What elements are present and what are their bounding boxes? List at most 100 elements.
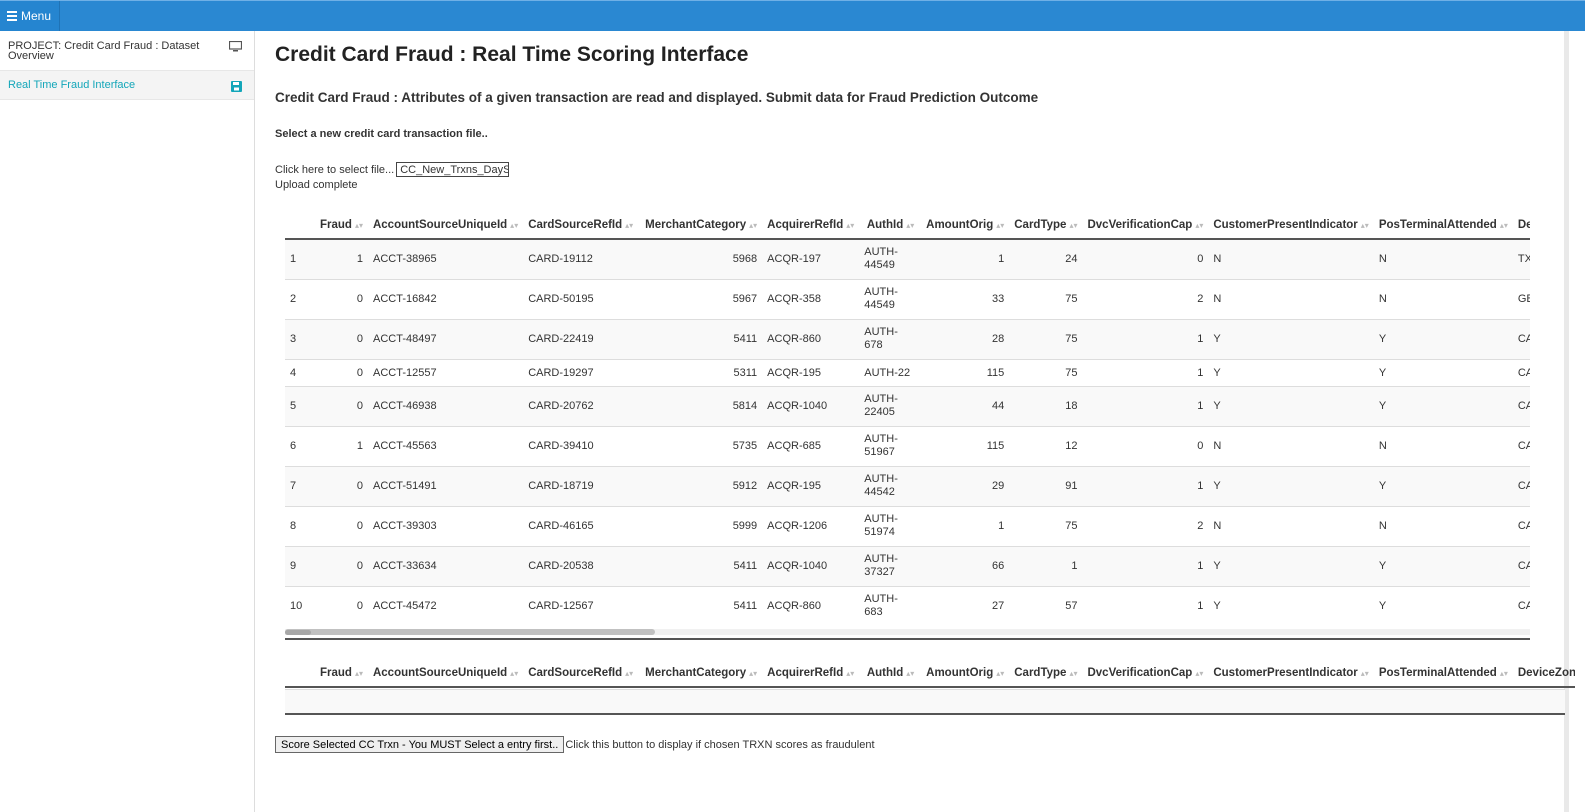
table-cell: 27 xyxy=(919,585,1010,626)
table-cell: 1 xyxy=(919,505,1010,546)
table-cell: 0 xyxy=(315,358,368,386)
column-header-label: CardSourceRefId xyxy=(528,218,623,231)
table-cell: CA xyxy=(1512,545,1530,586)
table-cell: N xyxy=(1208,238,1374,279)
table-cell: 2 xyxy=(1082,505,1209,546)
table-cell: 0 xyxy=(315,278,368,319)
column-header[interactable]: CardType ▴▾ xyxy=(1009,211,1083,240)
column-header[interactable]: AuthId ▴▾ xyxy=(859,659,920,688)
table-cell: ACCT-12557 xyxy=(367,358,524,386)
column-header[interactable]: AcquirerRefId ▴▾ xyxy=(762,211,860,240)
table-cell: 8 xyxy=(285,505,315,546)
table-cell: 1 xyxy=(1082,358,1209,386)
table-cell: 1 xyxy=(285,238,315,279)
table-cell: ACCT-39303 xyxy=(367,505,524,546)
table-cell: 0 xyxy=(315,318,368,359)
column-header[interactable]: Fraud ▴▾ xyxy=(315,659,368,688)
table-cell: 1 xyxy=(1082,465,1209,506)
column-header[interactable]: CardType ▴▾ xyxy=(1009,659,1083,688)
column-header-label: AmountOrig xyxy=(926,666,994,679)
table-cell: 28 xyxy=(919,318,1010,359)
table-cell: Y xyxy=(1208,585,1374,626)
table-row[interactable]: 7 0 ACCT-51491 CARD-18719 5912 ACQR-195 AUTH- 4… xyxy=(285,465,1530,506)
table-cell: 29 xyxy=(919,465,1010,506)
column-header[interactable]: AccountSourceUniqueId ▴▾ xyxy=(367,659,524,688)
table-row[interactable]: 10 0 ACCT-45472 CARD-12567 5411 ACQR-860 AUTH-… xyxy=(285,585,1530,626)
column-header xyxy=(285,659,315,688)
table-cell: Y xyxy=(1373,465,1513,506)
table-row[interactable]: 2 0 ACCT-16842 CARD-50195 5967 ACQR-358 AUTH- 4… xyxy=(285,278,1530,319)
column-header[interactable]: DvcVerificationCap ▴▾ xyxy=(1082,211,1209,240)
page-subtitle: Credit Card Fraud : Attributes of a give… xyxy=(275,90,1039,105)
table-cell: 75 xyxy=(1009,278,1083,319)
column-header[interactable]: AmountOrig ▴▾ xyxy=(919,211,1010,240)
table-row[interactable]: 8 0 ACCT-39303 CARD-46165 5999 ACQR-1206 AUTH-… xyxy=(285,505,1530,546)
column-header[interactable]: CustomerPresentIndicator ▴▾ xyxy=(1208,211,1374,240)
table-cell: CA xyxy=(1512,385,1530,426)
menu-toggle-button[interactable]: Menu xyxy=(0,1,60,31)
column-header[interactable]: CustomerPresentIndicator ▴▾ xyxy=(1208,659,1374,688)
table-cell: ACQR-197 xyxy=(762,238,860,279)
column-header[interactable]: MerchantCategory ▴▾ xyxy=(638,659,763,688)
column-header[interactable]: CardSourceRefId ▴▾ xyxy=(523,211,639,240)
column-header[interactable]: AmountOrig ▴▾ xyxy=(919,659,1010,688)
column-header[interactable]: PosTerminalAttended ▴▾ xyxy=(1373,211,1513,240)
table-cell: 5912 xyxy=(638,465,763,506)
table-cell: 1 xyxy=(1082,318,1209,359)
column-header[interactable]: DeviceZone▴▾ xyxy=(1512,659,1575,688)
column-header[interactable]: MerchantCategory ▴▾ xyxy=(638,211,763,240)
sort-arrows-icon: ▴▾ xyxy=(906,668,915,678)
table-row[interactable]: 3 0 ACCT-48497 CARD-22419 5411 ACQR-860 AUTH- 6… xyxy=(285,318,1530,359)
file-input[interactable]: CC_New_Trxns_DaySix. xyxy=(396,162,510,177)
column-header-label: CustomerPresentIndicator xyxy=(1213,218,1358,231)
table-horizontal-scrollbar[interactable] xyxy=(285,629,1530,637)
score-hint: Click this button to display if chosen T… xyxy=(565,738,875,751)
column-header[interactable]: PosTerminalAttended ▴▾ xyxy=(1373,659,1513,688)
sidebar-item-dataset-overview[interactable]: PROJECT: Credit Card Fraud : Dataset Ove… xyxy=(0,31,254,71)
table-row[interactable]: 5 0 ACCT-46938 CARD-20762 5814 ACQR-1040 AUTH-… xyxy=(285,385,1530,426)
sidebar-item-label: PROJECT: Credit Card Fraud : Dataset Ove… xyxy=(8,40,200,62)
table-cell: TX xyxy=(1512,238,1530,279)
table-cell: ACCT-48497 xyxy=(367,318,524,359)
table-cell: Y xyxy=(1373,358,1513,386)
table-cell: AUTH- 51974 xyxy=(859,505,920,546)
sort-arrows-icon: ▴▾ xyxy=(1195,220,1204,230)
column-header[interactable]: AccountSourceUniqueId ▴▾ xyxy=(367,211,524,240)
table-cell: AUTH- 44549 xyxy=(859,278,920,319)
column-header[interactable]: AuthId ▴▾ xyxy=(859,211,920,240)
table-cell: ACCT-38965 xyxy=(367,238,524,279)
table-row[interactable]: 4 0 ACCT-12557 CARD-19297 5311 ACQR-195 AUTH-2… xyxy=(285,358,1530,386)
table-cell: 2 xyxy=(285,278,315,319)
table-cell: 33 xyxy=(919,278,1010,319)
column-header-label: AmountOrig xyxy=(926,218,994,231)
column-header[interactable]: Fraud ▴▾ xyxy=(315,211,368,240)
column-header[interactable]: CardSourceRefId ▴▾ xyxy=(523,659,639,688)
table-row[interactable]: 1 1 ACCT-38965 CARD-19112 5968 ACQR-197 AUTH- 4… xyxy=(285,238,1530,279)
table-cell: 5411 xyxy=(638,318,763,359)
table-cell: ACQR-1040 xyxy=(762,385,860,426)
table-row[interactable]: 9 0 ACCT-33634 CARD-20538 5411 ACQR-1040 AUTH-… xyxy=(285,545,1530,586)
table-cell: AUTH- 683 xyxy=(859,585,920,626)
column-header-label: CardType xyxy=(1014,218,1067,231)
floppy-disk-icon xyxy=(231,81,242,92)
table-row[interactable]: 6 1 ACCT-45563 CARD-39410 5735 ACQR-685 AUTH- 5… xyxy=(285,425,1530,466)
table-cell: 4 xyxy=(285,358,315,386)
table-cell: 0 xyxy=(315,465,368,506)
table-cell: 75 xyxy=(1009,358,1083,386)
column-header[interactable]: AcquirerRefId ▴▾ xyxy=(762,659,860,688)
table-cell: CA xyxy=(1512,358,1530,386)
table-cell: N xyxy=(1373,278,1513,319)
table-cell: Y xyxy=(1208,465,1374,506)
column-header[interactable]: DeviceZone▴▾ xyxy=(1512,211,1530,240)
table-cell: ACCT-45472 xyxy=(367,585,524,626)
column-header-label: CustomerPresentIndicator xyxy=(1213,666,1358,679)
sort-arrows-icon: ▴▾ xyxy=(1499,220,1508,230)
table-cell: CARD-46165 xyxy=(523,505,639,546)
table-cell: AUTH- 678 xyxy=(859,318,920,359)
table-cell: AUTH- 44549 xyxy=(859,238,920,279)
column-header[interactable]: DvcVerificationCap ▴▾ xyxy=(1082,659,1209,688)
table-cell: 0 xyxy=(1082,238,1209,279)
sidebar-item-real-time-fraud[interactable]: Real Time Fraud Interface xyxy=(0,71,254,100)
table-cell: 1 xyxy=(315,238,368,279)
score-transaction-button[interactable]: Score Selected CC Trxn - You MUST Select… xyxy=(275,736,565,753)
